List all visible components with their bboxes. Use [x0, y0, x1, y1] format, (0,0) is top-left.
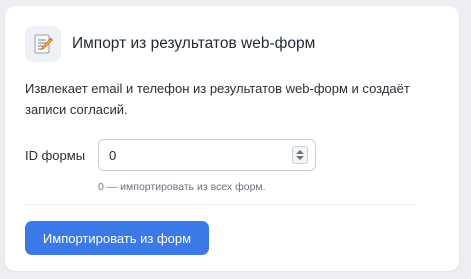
description-text: Извлекает email и телефон из результатов…: [25, 81, 410, 117]
divider: [25, 204, 415, 205]
form-id-hint: 0 — импортировать из всех форм.: [98, 181, 266, 193]
card-header: Импорт из результатов web-форм: [25, 26, 315, 62]
increment-icon[interactable]: [296, 150, 304, 154]
form-id-label: ID формы: [25, 148, 86, 163]
memo-icon: [25, 26, 61, 62]
decrement-icon[interactable]: [296, 156, 304, 160]
form-id-field: [98, 139, 316, 171]
form-id-input[interactable]: [99, 140, 289, 170]
number-stepper[interactable]: [292, 146, 308, 164]
import-card: Импорт из результатов web-форм Извлекает…: [5, 6, 459, 271]
import-button[interactable]: Импортировать из форм: [25, 221, 209, 255]
page-title: Импорт из результатов web-форм: [72, 35, 316, 52]
